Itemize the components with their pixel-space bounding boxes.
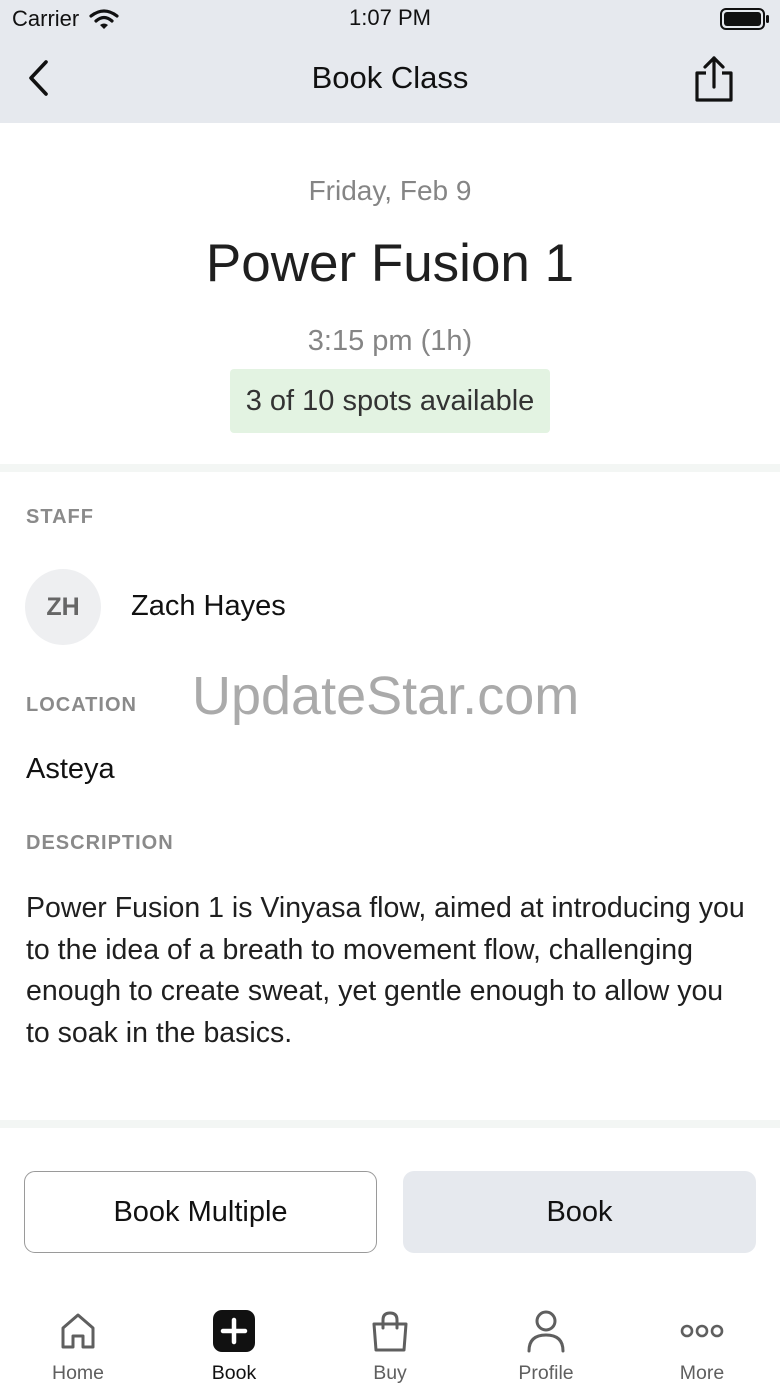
tab-bar: Home Book Buy Profile More bbox=[0, 1290, 780, 1387]
availability-badge: 3 of 10 spots available bbox=[230, 369, 550, 433]
avatar: ZH bbox=[25, 569, 101, 645]
page-title: Book Class bbox=[311, 60, 469, 95]
share-button[interactable] bbox=[692, 54, 736, 104]
status-bar: Carrier 1:07 PM bbox=[0, 0, 780, 36]
class-name: Power Fusion 1 bbox=[205, 234, 575, 293]
description-text: Power Fusion 1 is Vinyasa flow, aimed at… bbox=[26, 892, 745, 1049]
tab-book[interactable]: Book bbox=[156, 1290, 312, 1387]
tab-more[interactable]: More bbox=[624, 1290, 780, 1387]
class-time: 3:15 pm (1h) bbox=[307, 325, 473, 357]
home-icon bbox=[61, 1313, 95, 1349]
book-button[interactable]: Book bbox=[403, 1171, 756, 1253]
staff-name[interactable]: Zach Hayes bbox=[131, 590, 286, 623]
watermark: UpdateStar.com bbox=[192, 666, 580, 726]
status-time: 1:07 PM bbox=[349, 5, 431, 30]
tab-buy-label: Buy bbox=[373, 1362, 407, 1384]
class-header: Friday, Feb 9 Power Fusion 1 3:15 pm (1h… bbox=[0, 123, 780, 468]
tab-home-label: Home bbox=[51, 1362, 105, 1384]
shopping-bag-icon bbox=[372, 1311, 408, 1352]
section-divider bbox=[0, 464, 780, 472]
class-date: Friday, Feb 9 bbox=[308, 175, 472, 206]
user-icon bbox=[527, 1310, 565, 1353]
share-icon bbox=[695, 56, 733, 102]
location-label: LOCATION bbox=[26, 694, 137, 716]
tab-profile-label: Profile bbox=[518, 1362, 574, 1384]
tab-profile[interactable]: Profile bbox=[468, 1290, 624, 1387]
book-multiple-button[interactable]: Book Multiple bbox=[24, 1171, 377, 1253]
nav-bar: Book Class bbox=[0, 36, 780, 123]
plus-square-icon bbox=[213, 1310, 255, 1352]
more-dots-icon bbox=[680, 1324, 724, 1338]
description-label: DESCRIPTION bbox=[26, 832, 174, 854]
tab-more-label: More bbox=[679, 1362, 725, 1384]
battery-icon bbox=[720, 8, 769, 30]
tab-book-label: Book bbox=[211, 1362, 257, 1384]
avatar-initials: ZH bbox=[46, 592, 80, 621]
tab-buy[interactable]: Buy bbox=[312, 1290, 468, 1387]
location-name: Asteya bbox=[26, 753, 115, 785]
staff-label: STAFF bbox=[26, 506, 94, 528]
tab-home[interactable]: Home bbox=[0, 1290, 156, 1387]
section-divider bbox=[0, 1120, 780, 1128]
